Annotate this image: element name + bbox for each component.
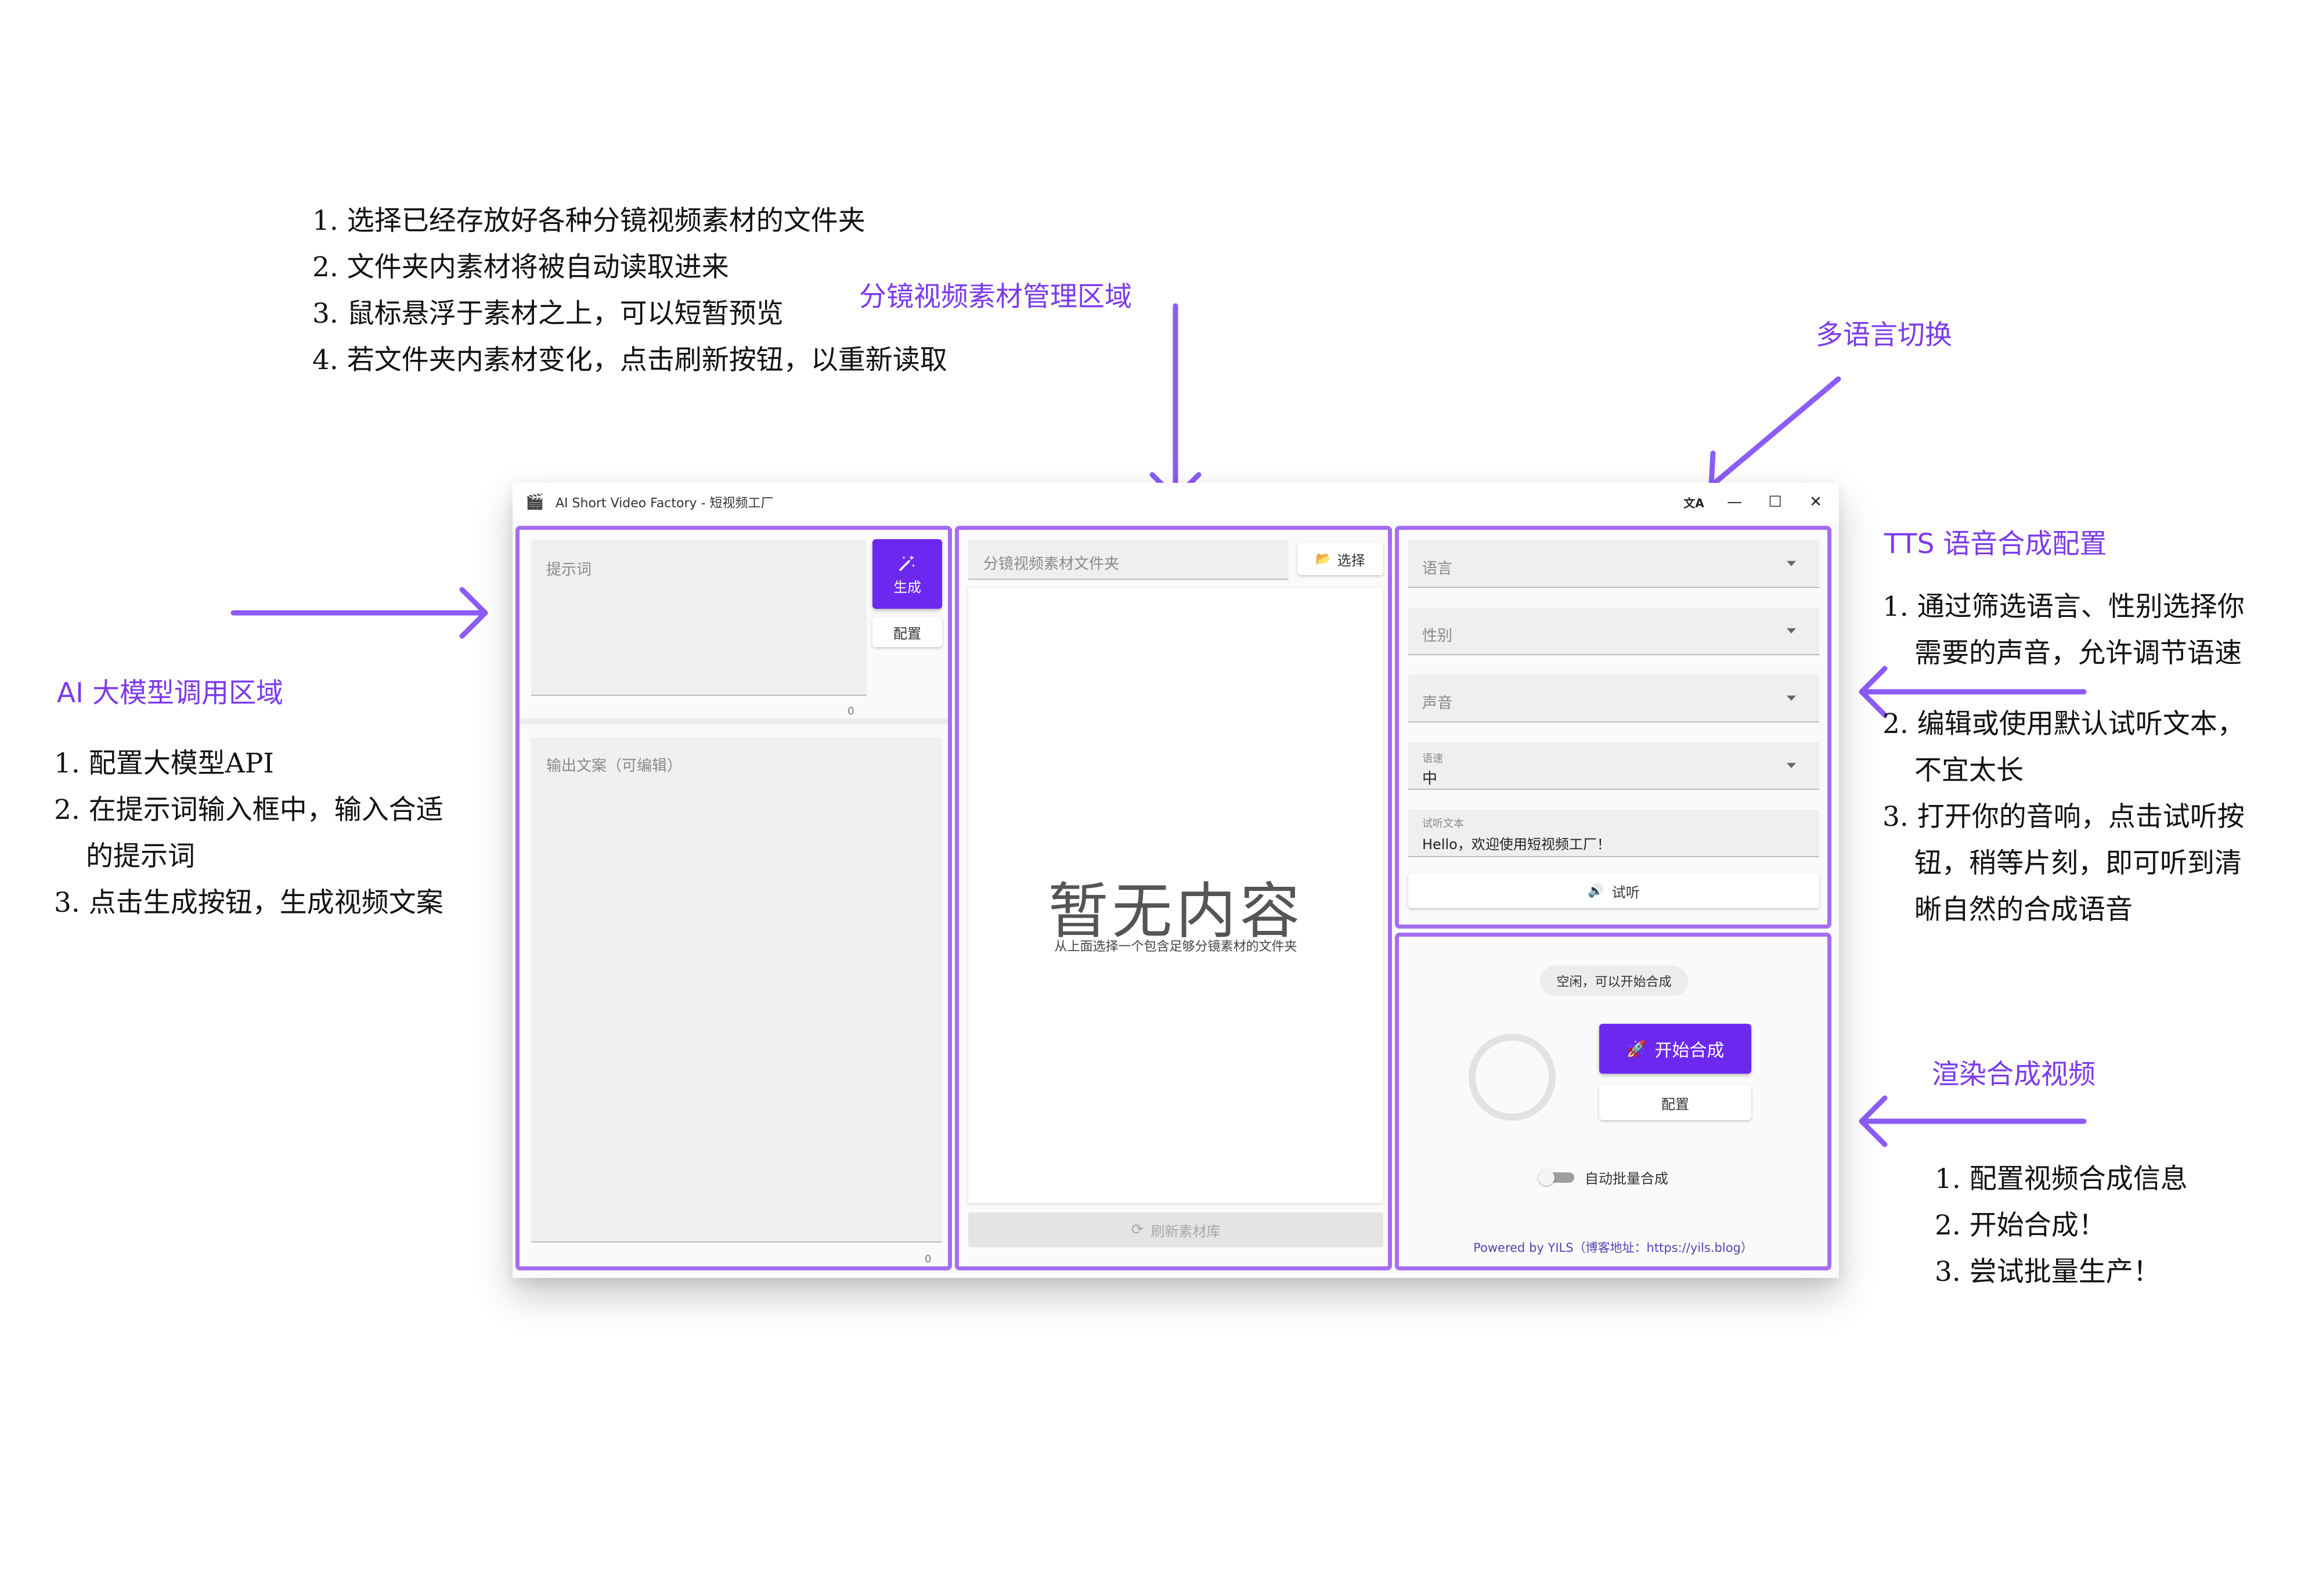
magic-wand-icon xyxy=(899,555,915,571)
voice-select[interactable]: 声音 xyxy=(1408,675,1819,723)
folder-open-icon: 📂 xyxy=(1315,551,1332,566)
start-render-label: 开始合成 xyxy=(1654,1041,1725,1061)
render-panel: 空闲，可以开始合成 🚀 开始合成 配置 自动批量合成 Powered by YI… xyxy=(1395,933,1831,1270)
refresh-button[interactable]: ⟳ 刷新素材库 xyxy=(968,1212,1383,1247)
tts-steps-list: 1. 通过筛选语言、性别选择你 需要的声音，允许调节语速 2. 编辑或使用默认试… xyxy=(1882,584,2245,933)
ai-config-button[interactable]: 配置 xyxy=(872,617,942,647)
ai-step: 1. 配置大模型API xyxy=(54,748,274,779)
minimize-button[interactable]: — xyxy=(1714,483,1755,521)
chevron-down-icon xyxy=(1787,763,1796,768)
ai-step: 2. 在提示词输入框中，输入合适 xyxy=(54,794,443,826)
prompt-input[interactable]: 提示词 xyxy=(531,540,867,696)
voice-label: 声音 xyxy=(1422,695,1453,712)
material-list: 暂无内容 从上面选择一个包含足够分镜素材的文件夹 xyxy=(968,588,1383,1203)
app-window: 🎬 AI Short Video Factory - 短视频工厂 文A — ☐ … xyxy=(513,483,1839,1278)
tts-step: 需要的声音，允许调节语速 xyxy=(1914,637,2242,669)
ai-steps-list: 1. 配置大模型API 2. 在提示词输入框中，输入合适 的提示词 3. 点击生… xyxy=(54,741,443,926)
batch-label: 自动批量合成 xyxy=(1585,1171,1668,1187)
batch-toggle-row: 自动批量合成 xyxy=(1538,1167,1668,1187)
top-step: 3. 鼠标悬浮于素材之上，可以短暂预览 xyxy=(312,298,784,330)
listen-label: 试听 xyxy=(1611,884,1640,901)
status-badge: 空闲，可以开始合成 xyxy=(1540,966,1688,996)
window-title: AI Short Video Factory - 短视频工厂 xyxy=(556,496,774,511)
generate-label: 生成 xyxy=(893,579,921,595)
chevron-down-icon xyxy=(1787,628,1796,634)
refresh-label: 刷新素材库 xyxy=(1150,1223,1221,1240)
preview-text-label: 试听文本 xyxy=(1422,818,1464,830)
language-switch-title: 多语言切换 xyxy=(1816,319,1952,351)
gender-select[interactable]: 性别 xyxy=(1408,608,1819,655)
preview-text-value: Hello，欢迎使用短视频工厂！ xyxy=(1422,836,1611,853)
clapperboard-icon: 🎬 xyxy=(525,493,544,511)
prompt-char-count: 0 xyxy=(847,705,854,717)
render-config-button[interactable]: 配置 xyxy=(1599,1085,1751,1120)
select-label: 选择 xyxy=(1337,552,1365,569)
language-label: 语言 xyxy=(1422,560,1453,577)
ai-step: 的提示词 xyxy=(86,840,195,872)
tts-step: 晰自然的合成语音 xyxy=(1914,894,2133,926)
ai-panel: 提示词 0 生成 配置 输出文案（可编辑） 0 xyxy=(515,526,952,1270)
listen-button[interactable]: 🔊 试听 xyxy=(1408,873,1819,908)
output-placeholder: 输出文案（可编辑） xyxy=(546,757,683,775)
generate-button[interactable]: 生成 xyxy=(872,539,942,609)
empty-hint: 从上面选择一个包含足够分镜素材的文件夹 xyxy=(1054,940,1297,954)
speaker-icon: 🔊 xyxy=(1588,883,1604,898)
speed-label: 语速 xyxy=(1422,753,1443,765)
preview-text-input[interactable]: 试听文本 Hello，欢迎使用短视频工厂！ xyxy=(1408,810,1819,857)
render-step: 1. 配置视频合成信息 xyxy=(1935,1163,2188,1195)
tts-step: 3. 打开你的音响，点击试听按 xyxy=(1882,801,2245,833)
tts-step: 钮，稍等片刻，即可听到清 xyxy=(1914,847,2242,879)
render-steps-list: 1. 配置视频合成信息 2. 开始合成！ 3. 尝试批量生产！ xyxy=(1935,1156,2188,1295)
tts-step: 1. 通过筛选语言、性别选择你 xyxy=(1882,591,2245,623)
material-area-title: 分镜视频素材管理区域 xyxy=(859,281,1132,313)
select-folder-button[interactable]: 📂 选择 xyxy=(1297,543,1383,575)
top-step: 4. 若文件夹内素材变化，点击刷新按钮，以重新读取 xyxy=(312,344,947,376)
tts-title: TTS 语音合成配置 xyxy=(1884,528,2107,560)
title-bar: 🎬 AI Short Video Factory - 短视频工厂 文A — ☐ … xyxy=(513,483,1839,521)
divider xyxy=(520,718,948,724)
gender-label: 性别 xyxy=(1422,627,1453,645)
tts-step: 2. 编辑或使用默认试听文本， xyxy=(1882,708,2245,740)
folder-path-input[interactable]: 分镜视频素材文件夹 xyxy=(968,540,1289,580)
close-button[interactable]: ✕ xyxy=(1795,483,1836,521)
material-panel: 分镜视频素材文件夹 📂 选择 暂无内容 从上面选择一个包含足够分镜素材的文件夹 … xyxy=(955,526,1392,1270)
prompt-placeholder: 提示词 xyxy=(546,561,592,579)
speed-value: 中 xyxy=(1422,770,1438,788)
output-char-count: 0 xyxy=(925,1253,932,1265)
folder-placeholder: 分镜视频素材文件夹 xyxy=(983,555,1120,573)
chevron-down-icon xyxy=(1787,695,1796,701)
render-step: 2. 开始合成！ xyxy=(1935,1209,2106,1241)
translate-icon[interactable]: 文A xyxy=(1674,483,1714,521)
output-textarea[interactable]: 输出文案（可编辑） xyxy=(531,738,942,1243)
language-select[interactable]: 语言 xyxy=(1408,540,1819,588)
footer-credit[interactable]: Powered by YILS（博客地址：https://yils.blog） xyxy=(1399,1238,1827,1256)
top-steps-list: 1. 选择已经存放好各种分镜视频素材的文件夹 2. 文件夹内素材将被自动读取进来… xyxy=(312,198,947,384)
top-step: 2. 文件夹内素材将被自动读取进来 xyxy=(312,251,729,283)
chevron-down-icon xyxy=(1787,561,1796,566)
refresh-icon: ⟳ xyxy=(1131,1221,1144,1238)
rocket-icon: 🚀 xyxy=(1626,1039,1647,1059)
ai-area-title: AI 大模型调用区域 xyxy=(57,677,283,709)
render-title: 渲染合成视频 xyxy=(1932,1059,2096,1091)
start-render-button[interactable]: 🚀 开始合成 xyxy=(1599,1024,1751,1074)
progress-ring xyxy=(1469,1034,1556,1121)
ai-step: 3. 点击生成按钮，生成视频文案 xyxy=(54,887,443,919)
render-step: 3. 尝试批量生产！ xyxy=(1935,1256,2161,1288)
batch-toggle[interactable] xyxy=(1538,1169,1575,1186)
speed-select[interactable]: 语速 中 xyxy=(1408,742,1819,790)
maximize-button[interactable]: ☐ xyxy=(1755,483,1795,521)
top-step: 1. 选择已经存放好各种分镜视频素材的文件夹 xyxy=(312,205,865,237)
tts-step: 不宜太长 xyxy=(1914,754,2024,786)
tts-panel: 语言 性别 声音 语速 中 试听文本 Hello，欢迎使用短视频工厂！ 🔊 试听 xyxy=(1395,526,1831,929)
